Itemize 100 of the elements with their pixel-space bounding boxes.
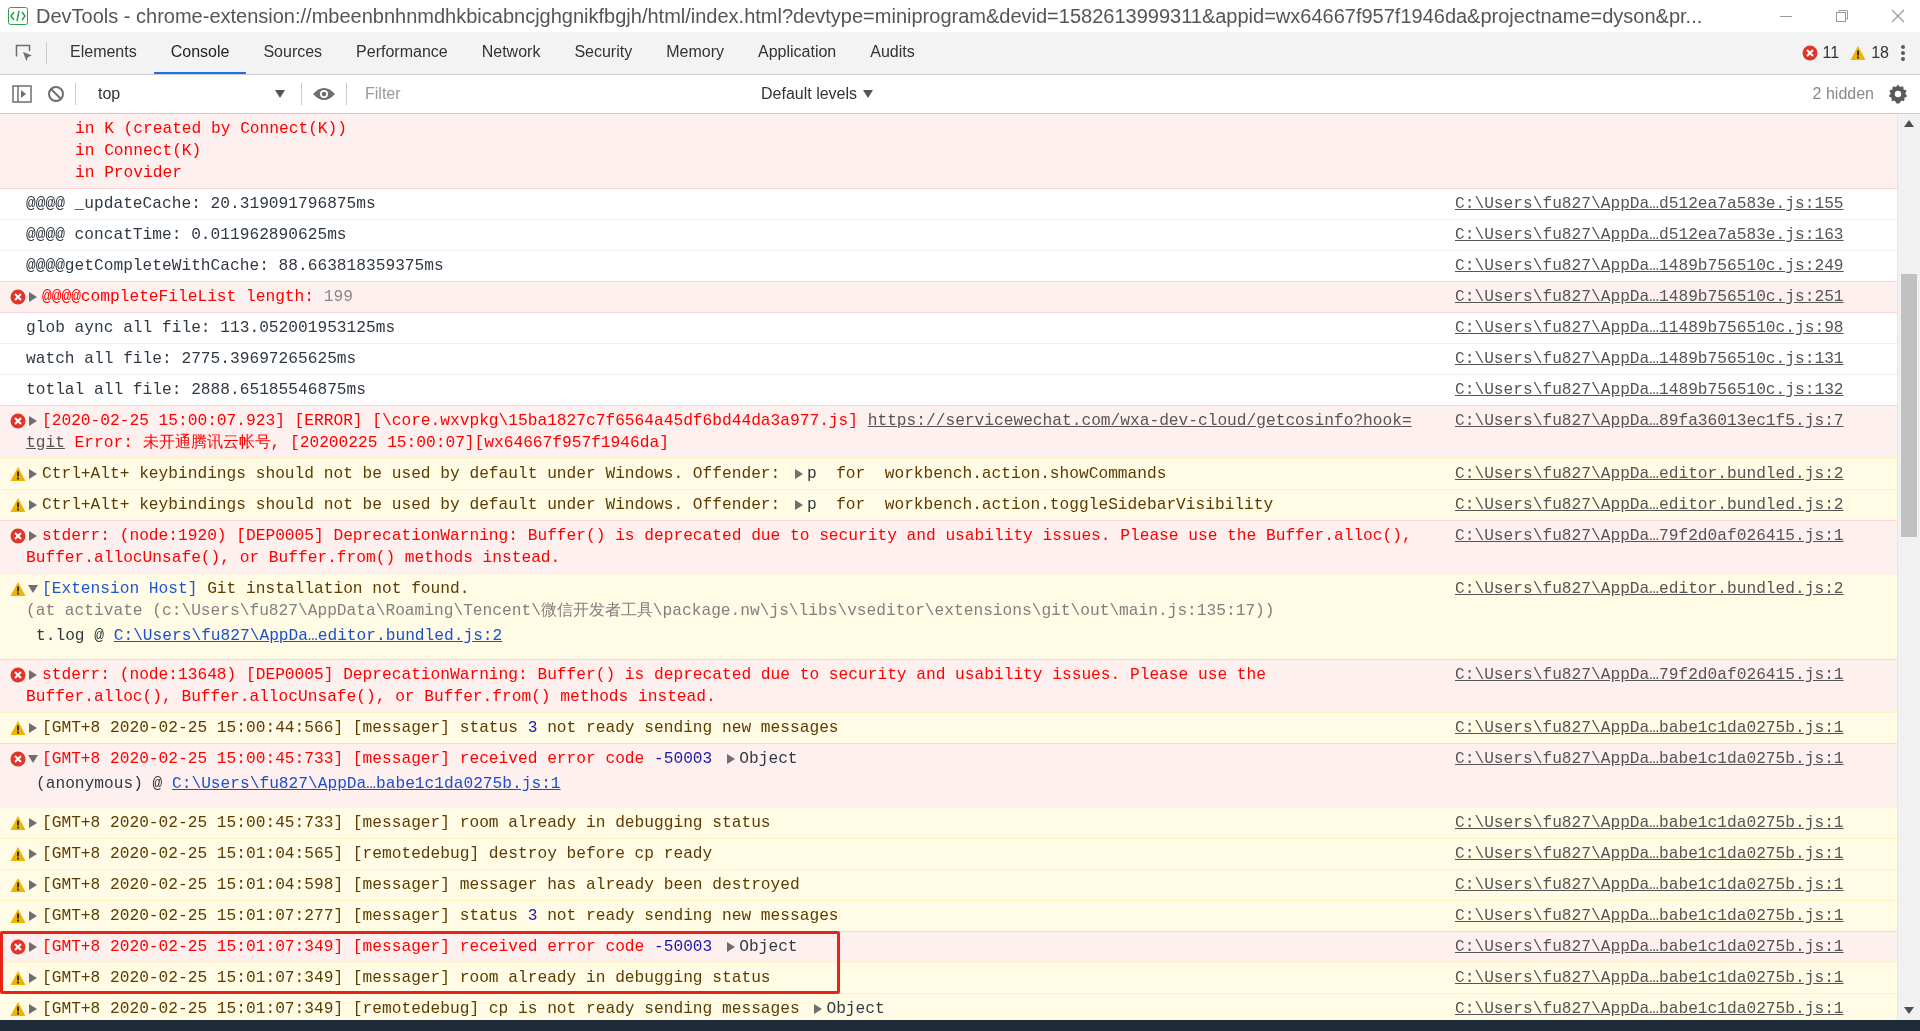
message-text: glob aync all file: 113.052001953125ms [26,318,397,339]
expand-arrow-icon[interactable] [28,669,38,680]
offender-toggle[interactable]: p [790,465,817,483]
expand-arrow-icon[interactable] [794,468,803,479]
dropdown-arrow-icon [275,90,285,98]
more-menu-icon[interactable] [1900,43,1906,63]
expand-arrow-icon[interactable] [28,817,38,828]
expand-arrow-icon[interactable] [28,941,38,952]
source-link[interactable]: C:\Users\fu827\AppDa…babe1c1da0275b.js:1 [1455,905,1855,927]
stack-trace-line: in Connect(K) [74,141,203,162]
error-count[interactable]: 11 [1822,44,1840,62]
source-link[interactable]: C:\Users\fu827\AppDa…editor.bundled.js:2 [1455,578,1855,600]
expand-arrow-icon[interactable] [28,753,38,764]
clear-console-icon[interactable] [47,85,65,103]
message-text: (at activate (c:\Users\fu827\AppData\Roaming\Tencent\微信开发者工具\package.nw\js\libs\vseditor\extensions\git\out\main.js:135:17)) [26,601,1276,622]
expand-arrow-icon[interactable] [28,468,38,479]
expand-arrow-icon[interactable] [28,848,38,859]
source-link[interactable]: C:\Users\fu827\AppDa…babe1c1da0275b.js:1 [172,775,561,793]
message-text: @@@@completeFileList length: 199 [26,286,1455,308]
expand-arrow-icon[interactable] [28,291,38,302]
source-link[interactable]: C:\Users\fu827\AppDa…1489b756510c.js:251 [1455,286,1855,308]
expand-arrow-icon[interactable] [28,530,38,541]
tab[interactable]: Security [557,32,650,74]
object-toggle[interactable]: Object [809,1000,885,1018]
source-link[interactable]: C:\Users\fu827\AppDa…79f2d0af026415.js:1 [1455,525,1855,547]
tab[interactable]: Application [740,32,854,74]
object-toggle[interactable]: Object [722,938,798,956]
message-text: [GMT+8 2020-02-25 15:00:45:733] [messager] received error code -50003 Object [26,748,1455,770]
message-text: [Extension Host] Git installation not found. [26,578,1455,600]
source-link[interactable]: C:\Users\fu827\AppDa…babe1c1da0275b.js:1 [1455,843,1855,865]
tab[interactable]: Audits [853,32,932,74]
expand-arrow-icon[interactable] [28,1003,38,1014]
expand-arrow-icon[interactable] [28,879,38,890]
tab[interactable]: Network [464,32,558,74]
message-text: watch all file: 2775.39697265625ms [26,349,358,370]
eye-icon[interactable] [312,86,336,102]
message-text: [GMT+8 2020-02-25 15:01:07:277] [messager] status 3 not ready sending new messages [26,905,1455,927]
expand-arrow-icon[interactable] [28,972,38,983]
source-link[interactable]: C:\Users\fu827\AppDa…babe1c1da0275b.js:1 [1455,748,1855,770]
source-link[interactable]: C:\Users\fu827\AppDa…babe1c1da0275b.js:1 [1455,717,1855,739]
restore-icon[interactable] [1834,8,1850,24]
source-link[interactable]: C:\Users\fu827\AppDa…babe1c1da0275b.js:1 [1455,998,1855,1020]
source-link[interactable]: C:\Users\fu827\AppDa…babe1c1da0275b.js:1 [1455,874,1855,896]
expand-arrow-icon[interactable] [28,415,38,426]
expand-arrow-icon[interactable] [28,583,38,594]
inspect-icon[interactable] [14,43,34,63]
message-text: [2020-02-25 15:00:07.923] [ERROR] [\core.wxvpkg\15ba1827c7f6564a45df6bd44da3a977.js] https://servicewechat.com/wxa-dev-cloud/getcosinfo?hook= [26,410,1455,432]
source-link[interactable]: C:\Users\fu827\AppDa…11489b756510c.js:98 [1455,317,1855,339]
expand-arrow-icon[interactable] [28,722,38,733]
scrollbar-thumb[interactable] [1901,274,1917,537]
source-link[interactable]: C:\Users\fu827\AppDa…d512ea7a583e.js:163 [1455,224,1855,246]
source-link[interactable]: C:\Users\fu827\AppDa…babe1c1da0275b.js:1 [1455,967,1855,989]
expand-arrow-icon[interactable] [28,499,38,510]
tab[interactable]: Sources [246,32,340,74]
message-text: totlal all file: 2888.65185546875ms [26,380,367,401]
message-text: Ctrl+Alt+ keybindings should not be used by default under Windows. Offender: p for workbench.action.showCommands [26,463,1455,485]
warning-icon [10,720,26,736]
tab[interactable]: Elements [53,32,154,74]
source-link[interactable]: C:\Users\fu827\AppDa…1489b756510c.js:249 [1455,255,1855,277]
source-link[interactable]: C:\Users\fu827\AppDa…babe1c1da0275b.js:1 [1455,936,1855,958]
hidden-count: 2 hidden [1812,85,1874,103]
url-link[interactable]: tgit [26,434,65,452]
source-link[interactable]: C:\Users\fu827\AppDa…89fa36013ec1f5.js:7 [1455,410,1855,432]
error-icon [10,667,26,683]
context-dropdown[interactable]: top [86,81,291,107]
expand-arrow-icon[interactable] [726,753,736,764]
message-text: [GMT+8 2020-02-25 15:01:07:349] [remotedebug] cp is not ready sending messages Object [26,998,1455,1020]
warning-icon [10,1001,26,1017]
call-site-text: (anonymous) @ C:\Users\fu827\AppDa…babe1c1da0275b.js:1 [35,774,562,795]
expand-arrow-icon[interactable] [28,910,38,921]
expand-arrow-icon[interactable] [813,1003,823,1014]
settings-icon[interactable] [1888,84,1908,104]
scroll-up-icon[interactable] [1904,120,1914,127]
source-link[interactable]: C:\Users\fu827\AppDa…editor.bundled.js:2 [1455,463,1855,485]
stack-trace-line: in Provider [74,163,183,184]
offender-toggle[interactable]: p [790,496,817,514]
source-link[interactable]: C:\Users\fu827\AppDa…79f2d0af026415.js:1 [1455,664,1855,686]
source-link[interactable]: C:\Users\fu827\AppDa…d512ea7a583e.js:155 [1455,193,1855,215]
source-link[interactable]: C:\Users\fu827\AppDa…1489b756510c.js:131 [1455,348,1855,370]
tab[interactable]: Performance [339,32,465,74]
source-link[interactable]: C:\Users\fu827\AppDa…editor.bundled.js:2 [1455,494,1855,516]
close-icon[interactable] [1890,8,1906,24]
levels-dropdown[interactable]: Default levels [761,85,874,103]
error-icon [10,289,26,305]
scrollbar[interactable] [1897,114,1920,1020]
error-icon [10,413,26,429]
expand-arrow-icon[interactable] [794,499,803,510]
scroll-down-icon[interactable] [1904,1007,1914,1014]
url-link[interactable]: https://servicewechat.com/wxa-dev-cloud/getcosinfo?hook= [867,412,1412,430]
warning-count[interactable]: 18 [1871,44,1889,62]
source-link[interactable]: C:\Users\fu827\AppDa…1489b756510c.js:132 [1455,379,1855,401]
error-icon [10,939,26,955]
message-text: [GMT+8 2020-02-25 15:00:45:733] [messager] room already in debugging status [26,812,1455,834]
source-link[interactable]: C:\Users\fu827\AppDa…babe1c1da0275b.js:1 [1455,812,1855,834]
source-link[interactable]: C:\Users\fu827\AppDa…editor.bundled.js:2 [113,627,503,645]
warning-icon [10,581,26,597]
sidebar-toggle-icon[interactable] [12,85,32,103]
object-toggle[interactable]: Object [722,750,798,768]
tab[interactable]: Memory [649,32,741,74]
expand-arrow-icon[interactable] [726,941,736,952]
